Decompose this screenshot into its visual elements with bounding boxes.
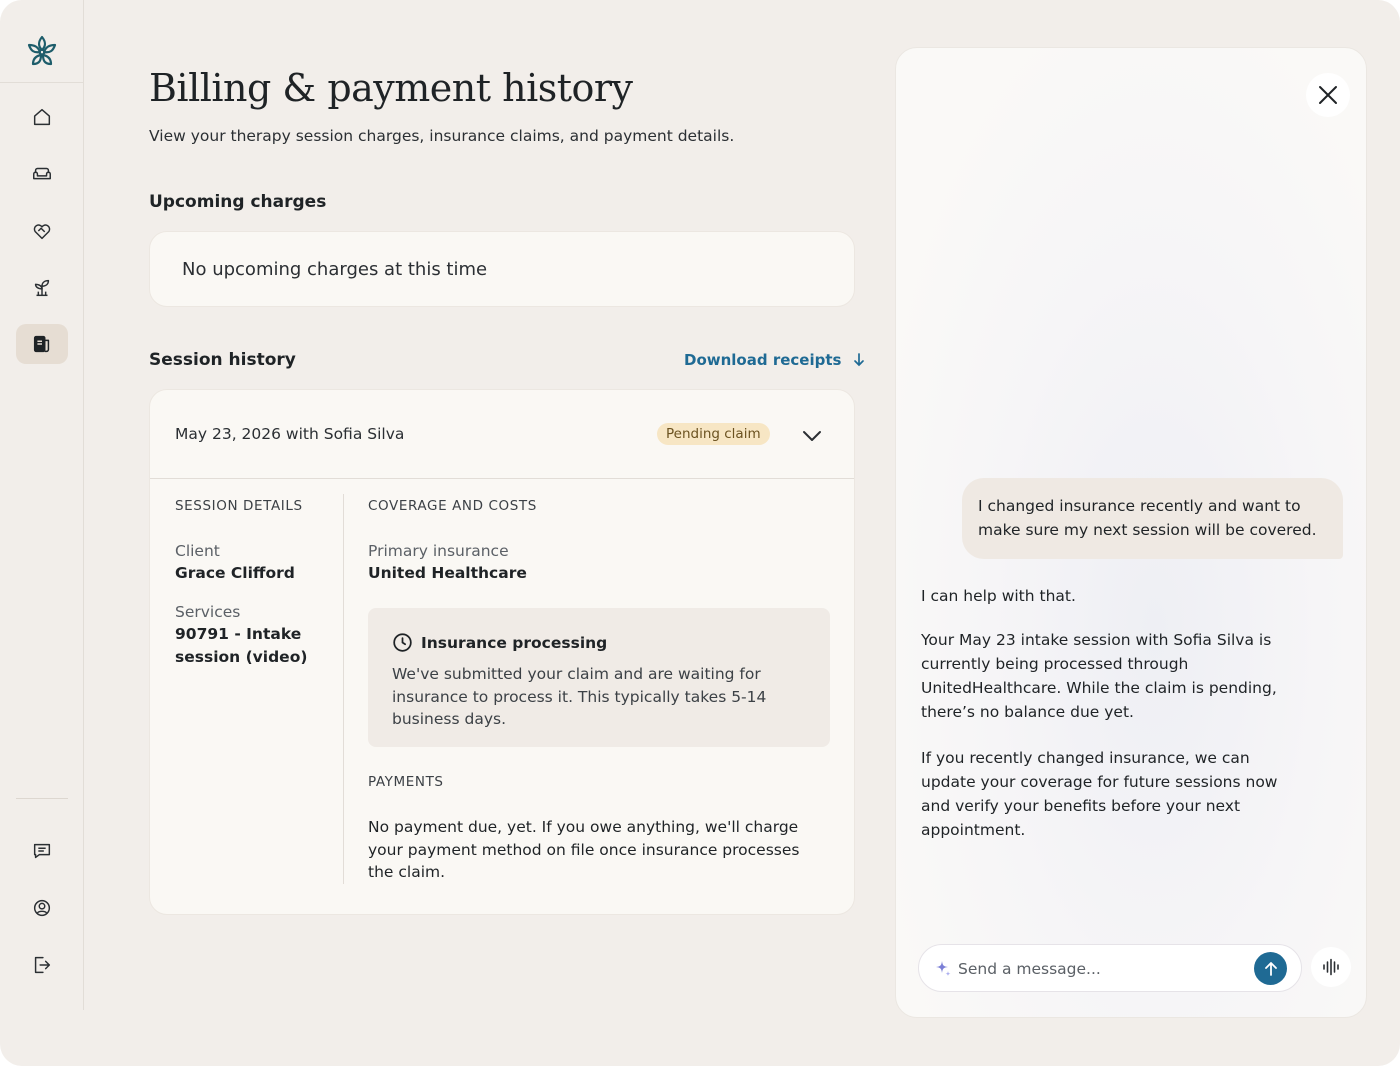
arrow-up-icon <box>1264 961 1277 976</box>
bot-message: If you recently changed insurance, we ca… <box>921 749 1278 839</box>
services-label: Services <box>175 603 241 621</box>
coverage-heading: COVERAGE AND COSTS <box>368 498 537 514</box>
nav-profile[interactable] <box>16 888 68 928</box>
payments-heading: PAYMENTS <box>368 774 444 790</box>
client-value: Grace Clifford <box>175 564 295 582</box>
message-input[interactable] <box>958 955 1248 983</box>
session-history-heading: Session history <box>149 350 296 370</box>
session-card-header[interactable]: May 23, 2026 with Sofia Silva Pending cl… <box>150 390 854 479</box>
download-receipts-link[interactable]: Download receipts <box>684 351 865 369</box>
nav-messages[interactable] <box>16 831 68 871</box>
arrow-down-icon <box>854 353 865 367</box>
upcoming-charges-card: No upcoming charges at this time <box>149 231 855 307</box>
nav-logout[interactable] <box>16 945 68 985</box>
processing-title: Insurance processing <box>421 633 608 652</box>
close-icon <box>1319 86 1337 104</box>
insurance-label: Primary insurance <box>368 542 509 560</box>
nav-home[interactable] <box>16 97 68 137</box>
client-label: Client <box>175 542 220 560</box>
sofa-icon <box>33 167 51 180</box>
sidebar-divider <box>16 798 68 799</box>
nav-care[interactable] <box>16 211 68 251</box>
processing-title-row: Insurance processing <box>392 632 607 653</box>
status-badge: Pending claim <box>657 423 770 445</box>
message-composer <box>918 944 1302 992</box>
session-date-label: May 23, 2026 with Sofia Silva <box>175 425 405 443</box>
session-card: May 23, 2026 with Sofia Silva Pending cl… <box>149 389 855 915</box>
upcoming-empty-text: No upcoming charges at this time <box>182 259 488 280</box>
assistant-chat-panel: I changed insurance recently and want to… <box>895 47 1367 1018</box>
close-button[interactable] <box>1306 73 1350 117</box>
chevron-down-icon[interactable] <box>800 424 824 448</box>
sidebar <box>0 0 84 1010</box>
user-message: I changed insurance recently and want to… <box>962 478 1343 559</box>
message-icon <box>33 843 51 859</box>
processing-text: We've submitted your claim and are waiti… <box>392 665 767 728</box>
sparkle-icon <box>936 961 951 976</box>
services-value-line1: 90791 - Intake <box>175 625 302 643</box>
session-details-heading: SESSION DETAILS <box>175 498 303 514</box>
profile-icon <box>33 899 51 917</box>
upcoming-heading: Upcoming charges <box>149 192 327 212</box>
payments-text: No payment due, yet. If you owe anything… <box>368 818 800 881</box>
voice-input-button[interactable] <box>1311 947 1351 987</box>
insurance-value: United Healthcare <box>368 564 527 582</box>
billing-icon <box>33 335 50 353</box>
nav-billing[interactable] <box>16 324 68 364</box>
logo-divider <box>0 82 84 83</box>
page-subtitle: View your therapy session charges, insur… <box>149 127 735 145</box>
services-value-line2: session (video) <box>175 648 308 666</box>
heart-handshake-icon <box>33 224 51 240</box>
clock-icon <box>393 633 412 652</box>
waveform-icon <box>1323 958 1339 976</box>
send-button[interactable] <box>1254 952 1287 985</box>
bot-message: Your May 23 intake session with Sofia Si… <box>921 631 1277 721</box>
nav-growth[interactable] <box>16 268 68 308</box>
nav-sessions[interactable] <box>16 154 68 194</box>
flower-logo-icon[interactable] <box>22 32 62 72</box>
app-window: Billing & payment history View your ther… <box>0 0 1400 1066</box>
bot-message: I can help with that. <box>921 587 1076 605</box>
page-title: Billing & payment history <box>149 66 633 110</box>
column-divider <box>343 494 344 884</box>
home-icon <box>33 108 51 126</box>
insurance-processing-box: Insurance processing We've submitted you… <box>368 608 830 747</box>
logout-icon <box>34 956 51 974</box>
download-receipts-label: Download receipts <box>684 351 842 369</box>
plant-icon <box>34 279 50 297</box>
